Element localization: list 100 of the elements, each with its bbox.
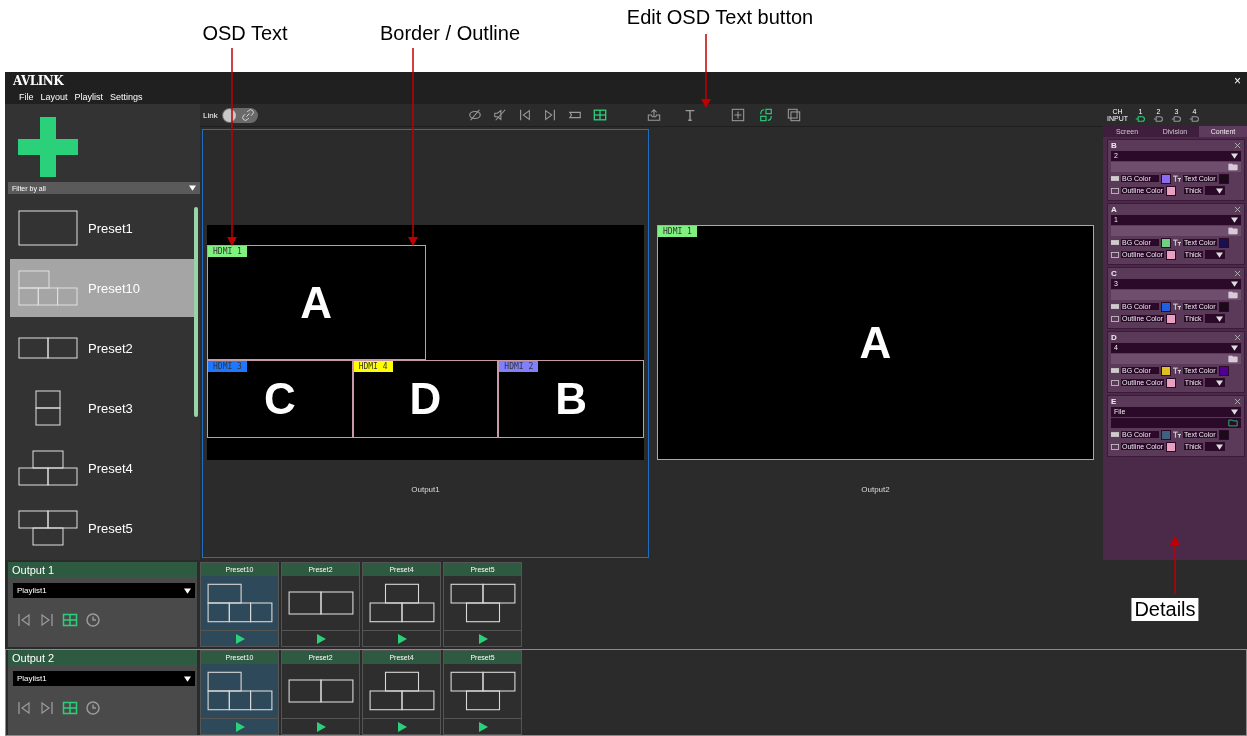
play-icon[interactable] (396, 633, 407, 644)
color-swatch[interactable] (1218, 429, 1229, 440)
caret-icon[interactable] (1215, 315, 1223, 322)
path-field[interactable] (1111, 290, 1241, 300)
play-icon[interactable] (477, 721, 488, 732)
caret-icon[interactable] (1231, 345, 1238, 351)
path-field[interactable] (1111, 162, 1241, 172)
path-field[interactable] (1111, 354, 1241, 364)
caret-icon[interactable] (1215, 443, 1223, 450)
add-icon[interactable] (18, 117, 78, 177)
previous-icon[interactable] (16, 700, 32, 716)
thickness-dropdown[interactable] (1204, 442, 1225, 451)
path-field[interactable] (1111, 418, 1241, 428)
clock-icon[interactable] (85, 612, 101, 628)
color-swatch[interactable] (1165, 249, 1176, 260)
close-icon[interactable] (1234, 142, 1241, 149)
menu-item[interactable]: Playlist (74, 92, 104, 102)
preset-item[interactable]: Preset5 (10, 499, 194, 557)
menu-item[interactable]: File (19, 92, 34, 102)
caret-icon[interactable] (1231, 409, 1238, 415)
caret-icon[interactable] (184, 587, 191, 594)
close-icon[interactable] (1234, 206, 1241, 213)
thickness-dropdown[interactable] (1204, 186, 1225, 195)
color-swatch[interactable] (1161, 237, 1171, 248)
output-preview[interactable]: HDMI 1 A HDMI 3 C HDMI 4 D HDMI 2 B Output1 (202, 129, 649, 558)
color-swatch[interactable] (1165, 377, 1176, 388)
color-swatch[interactable] (1165, 313, 1176, 324)
color-swatch[interactable] (1161, 173, 1171, 184)
color-swatch[interactable] (1165, 185, 1176, 196)
caret-icon[interactable] (1215, 379, 1223, 386)
close-icon[interactable] (1234, 398, 1241, 405)
video-window[interactable]: HDMI 3 C (207, 360, 353, 438)
grid-icon[interactable] (62, 612, 78, 628)
play-icon[interactable] (234, 721, 245, 732)
caret-icon[interactable] (1231, 281, 1238, 287)
thickness-dropdown[interactable] (1204, 250, 1225, 259)
video-window[interactable]: HDMI 1 A (207, 244, 426, 361)
caret-icon[interactable] (189, 185, 196, 191)
tray-arrow-icon[interactable] (646, 108, 661, 122)
previous-icon[interactable] (16, 612, 32, 628)
video-window[interactable]: HDMI 4 D (352, 360, 499, 438)
caret-icon[interactable] (184, 675, 191, 682)
color-swatch[interactable] (1161, 301, 1171, 312)
caret-icon[interactable] (1231, 217, 1238, 223)
folder-icon[interactable] (1228, 227, 1238, 235)
preset-item[interactable]: Preset1 (10, 199, 194, 257)
next-icon[interactable] (39, 612, 55, 628)
color-swatch[interactable] (1218, 301, 1229, 312)
menu-item[interactable]: Layout (40, 92, 68, 102)
color-swatch[interactable] (1218, 365, 1229, 376)
swap-icon[interactable] (758, 108, 773, 122)
thickness-dropdown[interactable] (1204, 378, 1225, 387)
caret-icon[interactable] (1231, 153, 1238, 159)
output-preview[interactable]: HDMI 1 A Output2 (652, 129, 1099, 558)
scrollbar[interactable] (194, 207, 198, 417)
folder-icon[interactable] (1228, 419, 1238, 427)
color-swatch[interactable] (1218, 237, 1229, 248)
grid-icon[interactable] (592, 108, 607, 122)
video-window[interactable]: HDMI 2 B (498, 360, 644, 438)
close-button[interactable]: × (1234, 74, 1241, 88)
overlap-icon[interactable] (786, 108, 801, 122)
play-icon[interactable] (234, 633, 245, 644)
link-icon[interactable] (241, 109, 254, 121)
folder-icon[interactable] (1228, 291, 1238, 299)
folder-icon[interactable] (1228, 355, 1238, 363)
play-icon[interactable] (477, 633, 488, 644)
play-icon[interactable] (315, 633, 326, 644)
next-icon[interactable] (542, 108, 557, 122)
clock-icon[interactable] (85, 700, 101, 716)
playlist-dropdown[interactable]: Playlist1 (13, 583, 195, 598)
play-icon[interactable] (315, 721, 326, 732)
hidden-eye-icon[interactable] (467, 108, 482, 122)
input-icon[interactable] (1135, 114, 1146, 123)
input-icon[interactable] (1189, 114, 1200, 123)
preset-item[interactable]: Preset2 (10, 319, 194, 377)
preset-item[interactable]: Preset4 (10, 439, 194, 497)
caret-icon[interactable] (1215, 251, 1223, 258)
grid-icon[interactable] (62, 700, 78, 716)
input-icon[interactable] (1153, 114, 1164, 123)
path-field[interactable] (1111, 226, 1241, 236)
video-window[interactable]: HDMI 1 A (657, 225, 1094, 460)
folder-icon[interactable] (1228, 163, 1238, 171)
frame-icon[interactable] (730, 108, 745, 122)
previous-icon[interactable] (517, 108, 532, 122)
close-icon[interactable] (1234, 334, 1241, 341)
playlist-dropdown[interactable]: Playlist1 (13, 671, 195, 686)
preset-item[interactable]: Preset3 (10, 379, 194, 437)
color-swatch[interactable] (1165, 441, 1176, 452)
next-icon[interactable] (39, 700, 55, 716)
caret-icon[interactable] (1215, 187, 1223, 194)
thickness-dropdown[interactable] (1204, 314, 1225, 323)
input-icon[interactable] (1171, 114, 1182, 123)
close-icon[interactable] (1234, 270, 1241, 277)
color-swatch[interactable] (1218, 173, 1229, 184)
play-icon[interactable] (396, 721, 407, 732)
menu-item[interactable]: Settings (110, 92, 143, 102)
mute-icon[interactable] (492, 108, 507, 122)
link-toggle[interactable] (221, 107, 258, 123)
color-swatch[interactable] (1161, 365, 1171, 376)
color-swatch[interactable] (1161, 429, 1171, 440)
